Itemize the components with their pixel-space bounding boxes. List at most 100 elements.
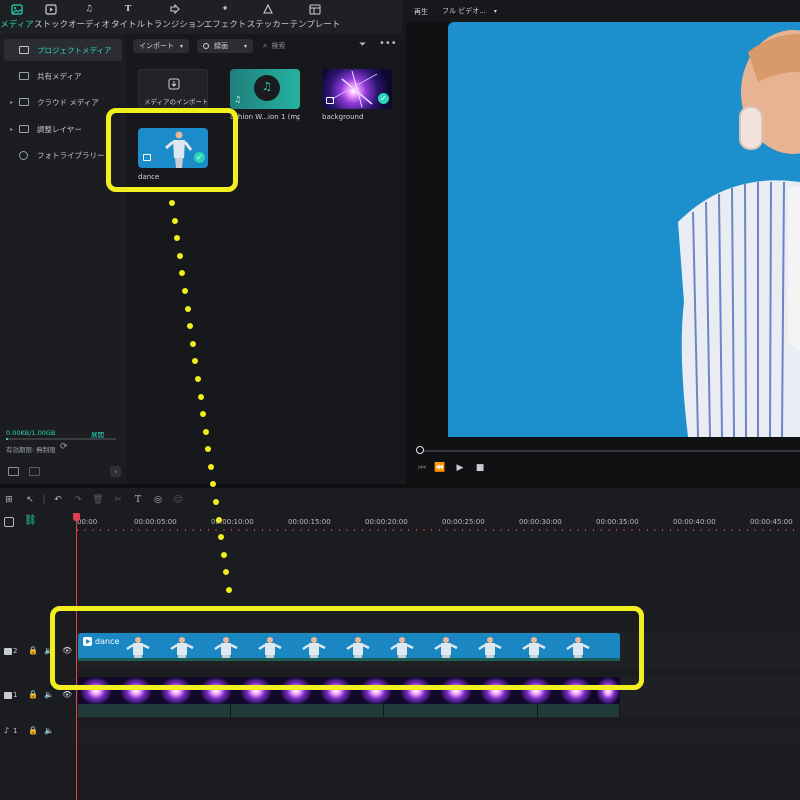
color-icon[interactable]: ◎ [152, 494, 164, 506]
drag-path-dot [207, 463, 214, 470]
record-dropdown[interactable]: 録画 ▾ [197, 39, 253, 53]
lock-icon[interactable]: 🔒 [28, 726, 38, 735]
sidebar-item-label: 共有メディア [37, 71, 82, 81]
ruler-tick-label: 00:00:30:00 [519, 518, 562, 526]
layout-grid-icon[interactable]: ⊞ [3, 494, 15, 506]
ruler-tick-label: 00:00:45:00 [750, 518, 793, 526]
eye-icon[interactable]: 👁 [62, 690, 72, 699]
quality-dropdown[interactable]: フル ビデオ... ▾ [436, 4, 503, 18]
playhead-handle[interactable] [73, 513, 80, 521]
folder-icon [19, 72, 29, 80]
drag-path-dot [194, 375, 201, 382]
preview-scrubber[interactable] [420, 450, 800, 452]
highlight-box-timeline-clips [50, 606, 644, 690]
drag-path-dot [226, 587, 232, 593]
background-segment [231, 704, 384, 717]
chevron-down-icon: ▾ [493, 7, 497, 15]
sticker-icon [262, 3, 274, 15]
sidebar-item-label: プロジェクトメディア [37, 45, 112, 55]
tab-audio[interactable]: ♫ オーディオ [68, 0, 110, 34]
sidebar-item-photo-library[interactable]: フォトライブラリー [4, 144, 122, 166]
timeline-toolbar: ⊞ ↖ | ↶ ↷ 🗑 ✂ T ◎ ☺ [0, 488, 800, 512]
speaker-icon[interactable]: 🔈 [44, 726, 54, 735]
undo-icon[interactable]: ↶ [52, 494, 64, 506]
add-track-icon[interactable] [4, 517, 14, 527]
face-icon[interactable]: ☺ [172, 494, 184, 506]
select-arrow-icon[interactable]: ↖ [24, 494, 36, 506]
tab-template[interactable]: テンプレート [290, 0, 340, 34]
link-icon[interactable]: ⛓ [24, 515, 37, 526]
storage-progress-bar [6, 438, 116, 440]
sidebar-item-label: クラウド メディア [37, 97, 99, 107]
drag-path-dot [197, 393, 204, 400]
track-number: 1 [13, 691, 18, 699]
sidebar-item-label: 調整レイヤー [37, 124, 82, 134]
import-dropdown[interactable]: インポート ▾ [133, 39, 189, 53]
prev-frame-icon[interactable]: ⏮ [416, 462, 428, 474]
ruler-tick-label: 00:00:40:00 [673, 518, 716, 526]
search-placeholder: 検索 [271, 42, 286, 50]
play-icon[interactable]: ▶ [454, 462, 466, 474]
title-t-icon: T [124, 4, 132, 14]
tab-effect-label: エフェクト [203, 20, 247, 30]
speaker-icon[interactable]: 🔈 [44, 690, 54, 699]
stock-icon [45, 3, 57, 15]
tab-effect[interactable]: ✦ エフェクト [203, 0, 247, 34]
filter-icon[interactable]: ⏷ [359, 40, 366, 50]
drag-path-dot [215, 516, 222, 523]
lock-icon[interactable]: 🔒 [28, 646, 38, 655]
tab-audio-label: オーディオ [68, 20, 110, 30]
transition-icon [169, 3, 181, 15]
chevron-down-icon: ▾ [243, 42, 247, 50]
sidebar-item-adjustment-layer[interactable]: ▸ 調整レイヤー [4, 118, 122, 140]
storage-progress-fill [6, 438, 9, 440]
audio-note-icon: ♫ [234, 95, 242, 104]
tab-transition[interactable]: トランジション [145, 0, 205, 34]
scissors-icon[interactable]: ✂ [112, 494, 124, 506]
tab-title[interactable]: T タイトル [110, 0, 146, 34]
refresh-icon[interactable]: ⟳ [60, 442, 68, 452]
media-sidebar: プロジェクトメディア 共有メディア ▸ クラウド メディア ▸ 調整レイヤー フ… [0, 34, 126, 484]
background-card[interactable]: ✓ [322, 69, 392, 109]
sidebar-item-project-media[interactable]: プロジェクトメディア [4, 39, 122, 61]
collapse-sidebar-button[interactable]: ‹ [110, 466, 121, 477]
folder-icon [19, 98, 29, 106]
audio-card[interactable]: ♫ ♫ [230, 69, 300, 109]
ruler-tick-label: 00:00:35:00 [596, 518, 639, 526]
storage-period: 有効期限: 無制限 [6, 446, 56, 454]
scrubber-handle[interactable] [416, 446, 424, 454]
sidebar-item-cloud-media[interactable]: ▸ クラウド メディア [4, 91, 122, 113]
redo-icon[interactable]: ↷ [72, 494, 84, 506]
preview-mode-label: 再生 [414, 8, 428, 16]
ruler-marker-strip [77, 529, 800, 531]
import-media-label: メディアのインポート [144, 98, 208, 106]
text-tool-icon[interactable]: T [132, 494, 144, 506]
tab-template-label: テンプレート [289, 20, 341, 30]
sidebar-item-shared-media[interactable]: 共有メディア [4, 65, 122, 87]
lock-icon[interactable]: 🔒 [28, 690, 38, 699]
import-media-card[interactable]: メディアのインポート [138, 69, 208, 109]
folder-add-icon[interactable] [29, 467, 40, 476]
music-note-icon: ♪ [4, 726, 10, 735]
media-toolbar: インポート ▾ 録画 ▾ ⌕ 検索 ⏷ ••• [127, 34, 402, 58]
delete-icon[interactable]: 🗑 [92, 494, 104, 506]
tab-sticker[interactable]: ステッカー [246, 0, 290, 34]
step-back-icon[interactable]: ⏪ [434, 462, 446, 474]
stop-icon[interactable]: ■ [474, 462, 486, 474]
audio-track-1-lane[interactable] [77, 722, 800, 744]
caret-right-icon: ▸ [10, 125, 14, 133]
video-track-icon [4, 648, 12, 655]
toolbar-separator: | [42, 495, 46, 505]
search-field[interactable]: ⌕ 検索 [263, 39, 285, 53]
tab-media[interactable]: メディア [0, 0, 34, 34]
background-segment [78, 704, 231, 717]
check-icon: ✓ [378, 93, 389, 104]
new-folder-icon[interactable] [8, 467, 19, 476]
more-icon[interactable]: ••• [379, 38, 397, 49]
audio-card-label: ashion W...ion 1 (mp3) [230, 113, 300, 121]
import-label: インポート [139, 42, 174, 50]
tab-stock[interactable]: ストック [34, 0, 68, 34]
chevron-left-icon: ‹ [114, 467, 117, 476]
record-label: 録画 [214, 42, 228, 50]
tab-transition-label: トランジション [145, 20, 205, 30]
